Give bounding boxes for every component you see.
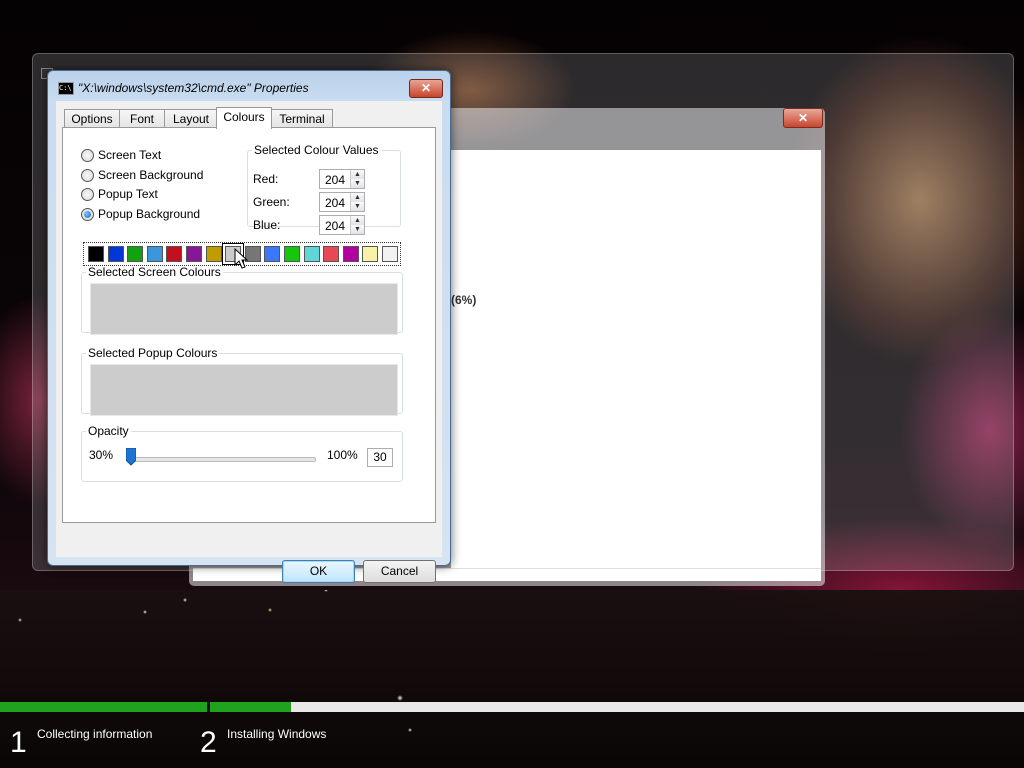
- progress-fill: [210, 702, 292, 712]
- palette-swatch[interactable]: [88, 246, 104, 262]
- close-button[interactable]: ✕: [409, 79, 443, 98]
- spinner-buttons[interactable]: ▲ ▼: [350, 193, 364, 211]
- radio-button[interactable]: [81, 149, 94, 162]
- radio-label: Popup Text: [98, 187, 158, 201]
- red-value[interactable]: 204: [325, 173, 345, 187]
- palette-swatch[interactable]: [323, 246, 340, 262]
- radio-label: Screen Background: [98, 168, 204, 182]
- red-row: Red: 204 ▲ ▼: [253, 169, 403, 189]
- radio-label: Popup Background: [98, 207, 201, 221]
- opacity-slider-track[interactable]: [130, 457, 316, 462]
- blue-label: Blue:: [253, 218, 281, 232]
- radio-button-checked[interactable]: [81, 208, 94, 221]
- step-label: Collecting information: [37, 727, 153, 741]
- radio-label: Screen Text: [98, 148, 162, 162]
- colours-tab-panel: Screen Text Screen Background Popup Text…: [62, 127, 436, 523]
- opacity-value-field[interactable]: 30: [367, 448, 393, 467]
- palette-swatch[interactable]: [264, 246, 281, 262]
- setup-progress-bar: [0, 702, 1024, 712]
- palette-swatch[interactable]: [127, 246, 144, 262]
- spin-down-icon[interactable]: ▼: [351, 202, 364, 211]
- ok-button[interactable]: OK: [282, 560, 355, 583]
- spin-up-icon[interactable]: ▲: [351, 170, 364, 179]
- palette-swatch[interactable]: [107, 246, 124, 262]
- cancel-button[interactable]: Cancel: [363, 560, 436, 583]
- group-legend: Selected Screen Colours: [88, 265, 221, 279]
- opacity-min-label: 30%: [89, 448, 114, 462]
- opacity-slider-thumb[interactable]: [126, 448, 136, 466]
- red-spinner[interactable]: 204 ▲ ▼: [319, 169, 365, 189]
- spinner-buttons[interactable]: ▲ ▼: [350, 170, 364, 188]
- dialog-client-area: Options Font Layout Colours Terminal Scr…: [56, 101, 442, 583]
- popup-colours-preview: [90, 364, 398, 416]
- palette-swatch[interactable]: [166, 246, 183, 262]
- command-prompt-icon: C:\: [58, 82, 74, 95]
- tab-layout[interactable]: Layout: [164, 109, 218, 128]
- progress-fill: [0, 702, 207, 712]
- palette-swatch[interactable]: [362, 246, 379, 262]
- tab-terminal[interactable]: Terminal: [271, 109, 333, 128]
- spin-down-icon[interactable]: ▼: [351, 225, 364, 234]
- palette-swatch[interactable]: [186, 246, 202, 262]
- green-label: Green:: [253, 195, 290, 209]
- green-value[interactable]: 204: [325, 196, 345, 210]
- group-legend: Selected Popup Colours: [88, 346, 218, 360]
- tab-options[interactable]: Options: [64, 109, 120, 128]
- dialog-titlebar[interactable]: C:\ "X:\windows\system32\cmd.exe" Proper…: [48, 71, 450, 101]
- blue-row: Blue: 204 ▲ ▼: [253, 215, 403, 235]
- selected-screen-colours-group: Selected Screen Colours: [81, 265, 403, 335]
- spin-down-icon[interactable]: ▼: [351, 179, 364, 188]
- dialog-title: "X:\windows\system32\cmd.exe" Properties: [78, 81, 309, 95]
- progress-segment-collecting: [0, 702, 207, 712]
- selected-popup-colours-group: Selected Popup Colours: [81, 346, 403, 416]
- radio-button[interactable]: [81, 188, 94, 201]
- wallpaper-city-lights: [0, 590, 1024, 768]
- opacity-max-label: 100%: [327, 448, 358, 462]
- opacity-group: Opacity 30% 100% 30: [81, 424, 403, 482]
- selected-colour-values-group: Selected Colour Values Red: 204 ▲ ▼ Green…: [247, 143, 403, 235]
- green-spinner[interactable]: 204 ▲ ▼: [319, 192, 365, 212]
- green-row: Green: 204 ▲ ▼: [253, 192, 403, 212]
- palette-swatch[interactable]: [342, 246, 359, 262]
- radio-button[interactable]: [81, 169, 94, 182]
- tab-colours[interactable]: Colours: [216, 107, 272, 129]
- screen-colours-preview: [90, 283, 398, 335]
- step-number: 2: [200, 726, 217, 759]
- setup-close-button[interactable]: ✕: [783, 108, 823, 128]
- palette-swatch[interactable]: [382, 246, 398, 262]
- group-legend: Selected Colour Values: [254, 143, 379, 157]
- spin-up-icon[interactable]: ▲: [351, 193, 364, 202]
- spinner-buttons[interactable]: ▲ ▼: [350, 216, 364, 234]
- red-label: Red:: [253, 172, 279, 186]
- progress-segment-installing: [210, 702, 1024, 712]
- palette-swatch[interactable]: [205, 246, 222, 262]
- palette-swatch[interactable]: [303, 246, 320, 262]
- spin-up-icon[interactable]: ▲: [351, 216, 364, 225]
- palette-swatch[interactable]: [284, 246, 300, 262]
- setup-percent-text: (6%): [451, 293, 477, 307]
- setup-content-pane: [451, 150, 821, 568]
- step-number: 1: [10, 726, 27, 759]
- step-label: Installing Windows: [227, 727, 327, 741]
- group-legend: Opacity: [88, 424, 129, 438]
- blue-spinner[interactable]: 204 ▲ ▼: [319, 215, 365, 235]
- palette-swatch[interactable]: [146, 246, 163, 262]
- cmd-properties-dialog: C:\ "X:\windows\system32\cmd.exe" Proper…: [47, 70, 451, 583]
- tab-font[interactable]: Font: [119, 109, 165, 128]
- blue-value[interactable]: 204: [325, 219, 345, 233]
